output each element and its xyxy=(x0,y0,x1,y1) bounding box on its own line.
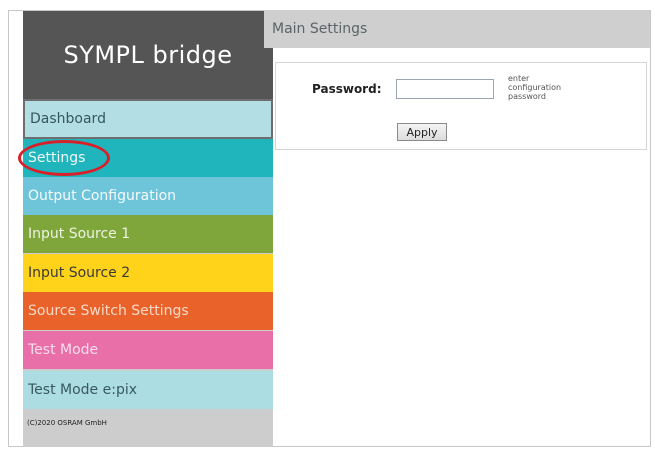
sidebar-item-test-mode-epix[interactable]: Test Mode e:pix xyxy=(23,371,273,409)
sidebar-item-label: Test Mode e:pix xyxy=(28,382,138,398)
password-settings-panel: Password: enter configuration password A… xyxy=(275,62,647,150)
password-label: Password: xyxy=(312,82,382,96)
sidebar-item-test-mode[interactable]: Test Mode xyxy=(23,331,273,369)
app-logo: SYMPL bridge xyxy=(23,11,273,99)
password-input[interactable] xyxy=(396,79,494,99)
sidebar-item-label: Source Switch Settings xyxy=(28,303,189,319)
sidebar-item-label: Test Mode xyxy=(28,342,99,358)
password-hint: enter configuration password xyxy=(508,74,562,101)
sidebar-item-input-source-2[interactable]: Input Source 2 xyxy=(23,254,273,292)
settings-highlight-annotation xyxy=(18,140,110,176)
sidebar-item-label: Input Source 2 xyxy=(28,265,131,281)
sidebar-item-label: Dashboard xyxy=(30,111,106,127)
sidebar-item-dashboard[interactable]: Dashboard xyxy=(23,99,273,139)
sidebar-item-input-source-1[interactable]: Input Source 1 xyxy=(23,215,273,253)
copyright-text: (C)2020 OSRAM GmbH xyxy=(27,419,107,427)
sidebar-item-label: Input Source 1 xyxy=(28,226,131,242)
sidebar-item-label: Output Configuration xyxy=(28,188,177,204)
page-title: Main Settings xyxy=(264,10,650,48)
sidebar: SYMPL bridge Dashboard Settings Output C… xyxy=(23,11,273,447)
apply-button[interactable]: Apply xyxy=(397,123,447,141)
sidebar-item-output-configuration[interactable]: Output Configuration xyxy=(23,177,273,215)
sidebar-item-source-switch-settings[interactable]: Source Switch Settings xyxy=(23,292,273,330)
